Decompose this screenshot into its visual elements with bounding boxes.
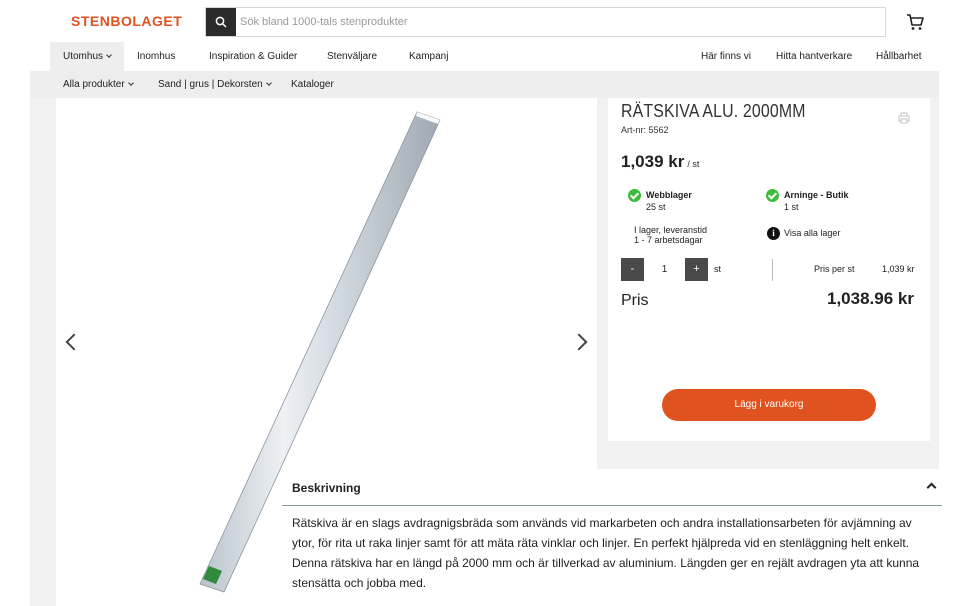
delivery-time: 1 - 7 arbetsdagar: [634, 235, 703, 245]
nav-item-hitta-hantverkare[interactable]: Hitta hantverkare: [763, 42, 865, 71]
nav-item-stenvaljare[interactable]: Stenväljare: [314, 42, 390, 71]
nav-label: Inspiration & Guider: [209, 51, 298, 62]
subnav-label: Sand | grus | Dekorsten: [158, 79, 263, 90]
nav-item-kampanj[interactable]: Kampanj: [396, 42, 461, 71]
product-title: RÄTSKIVA ALU. 2000MM: [621, 101, 806, 121]
nav-label: Stenväljare: [327, 51, 378, 62]
nav-item-inomhus[interactable]: Inomhus: [124, 42, 188, 71]
price-unit: / st: [687, 159, 700, 169]
search-input[interactable]: [240, 14, 860, 30]
nav-label: Utomhus: [63, 51, 104, 62]
quantity-decrease-button[interactable]: -: [621, 258, 644, 281]
nav-item-hallbarhet[interactable]: Hållbarhet: [863, 42, 935, 71]
check-icon: [628, 189, 641, 202]
info-icon: i: [767, 227, 780, 240]
chevron-down-icon: [106, 52, 112, 58]
product-price: 1,039 kr / st: [621, 152, 699, 172]
stock-name: Arninge - Butik: [784, 190, 849, 200]
subnav-item-alla-produkter[interactable]: Alla produkter: [63, 71, 134, 98]
nav-label: Kampanj: [409, 51, 449, 62]
sub-nav: Alla produkter Sand | grus | Dekorsten K…: [30, 71, 939, 98]
nav-item-inspiration[interactable]: Inspiration & Guider: [196, 42, 310, 71]
delivery-status: I lager, leveranstid: [634, 225, 708, 235]
article-number: Art-nr: 5562: [621, 125, 669, 135]
description-text: Rätskiva är en slags avdragnigsbräda som…: [292, 516, 920, 590]
price-value: 1,039 kr: [621, 152, 685, 171]
add-to-cart-button[interactable]: Lägg i varukorg: [662, 389, 876, 421]
stock-butik: Arninge - Butik 1 st: [784, 190, 849, 212]
search-icon: [215, 16, 227, 28]
divider: [772, 259, 773, 281]
description-heading[interactable]: Beskrivning: [292, 481, 361, 495]
subnav-label: Kataloger: [291, 79, 334, 90]
total-price-label: Pris: [621, 292, 649, 309]
stock-qty: 25 st: [646, 202, 666, 212]
nav-item-har-finns-vi[interactable]: Här finns vi: [688, 42, 764, 71]
search-button[interactable]: [206, 8, 236, 36]
price-per-unit-label: Pris per st: [814, 264, 855, 274]
print-icon[interactable]: [898, 112, 910, 124]
subnav-item-kataloger[interactable]: Kataloger: [291, 71, 334, 98]
check-icon: [766, 189, 779, 202]
chevron-down-icon: [127, 80, 134, 86]
stock-qty: 1 st: [784, 202, 799, 212]
nav-label: Inomhus: [137, 51, 176, 62]
site-header: STENBOLAGET: [0, 0, 960, 42]
nav-item-utomhus[interactable]: Utomhus: [50, 42, 125, 71]
quantity-unit: st: [714, 264, 722, 274]
subnav-item-sand-grus[interactable]: Sand | grus | Dekorsten: [158, 71, 272, 98]
search-bar: [205, 7, 886, 37]
site-logo[interactable]: STENBOLAGET: [71, 13, 182, 29]
quantity-input[interactable]: [646, 258, 683, 281]
nav-label: Hållbarhet: [876, 51, 922, 62]
total-price-value: 1,038.96 kr: [827, 289, 914, 308]
main-nav: Utomhus Inomhus Inspiration & Guider Ste…: [0, 42, 960, 72]
show-all-stock-link[interactable]: Visa alla lager: [784, 228, 840, 238]
chevron-down-icon: [265, 80, 272, 86]
quantity-increase-button[interactable]: +: [685, 258, 708, 281]
stock-webblager: Webblager 25 st: [646, 190, 692, 212]
nav-label: Hitta hantverkare: [776, 51, 853, 62]
subnav-label: Alla produkter: [63, 79, 125, 90]
divider: [282, 505, 942, 506]
cart-icon[interactable]: [905, 12, 925, 32]
nav-label: Här finns vi: [701, 51, 752, 62]
stock-name: Webblager: [646, 190, 692, 200]
price-per-unit-value: 1,039 kr: [882, 264, 915, 274]
delivery-info: I lager, leveranstid 1 - 7 arbetsdagar: [634, 225, 707, 245]
